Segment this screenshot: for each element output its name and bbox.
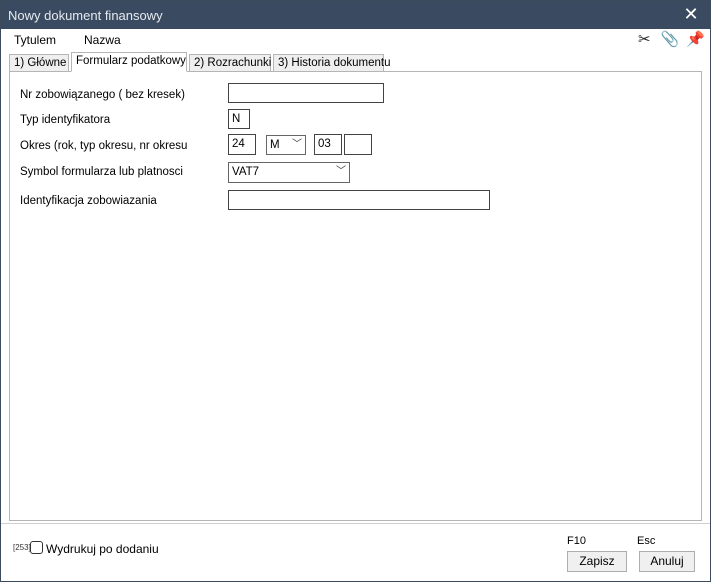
symbol-formularza-value: VAT7 (232, 166, 260, 178)
typ-identyfikatora-input[interactable]: N (228, 109, 250, 129)
footer-divider (1, 523, 710, 524)
chevron-down-icon: ﹀ (336, 166, 346, 177)
okres-typ-value: M (270, 139, 280, 151)
tab-glowne[interactable]: 1) Główne (9, 54, 69, 71)
scissors-icon[interactable]: ✂ (635, 31, 653, 49)
title-bar: Nowy dokument finansowy ✕ (1, 1, 710, 29)
okres-rok-input[interactable]: 24 (228, 134, 256, 155)
save-button[interactable]: Zapisz (567, 551, 627, 572)
tab-strip: 1) Główne Formularz podatkowy 2) Rozrach… (9, 52, 702, 72)
menu-item-nazwa[interactable]: Nazwa (84, 33, 121, 47)
form-panel: Nr zobowiązanego ( bez kresek) Typ ident… (9, 71, 702, 521)
tab-formularz-podatkowy[interactable]: Formularz podatkowy (71, 52, 187, 72)
chevron-down-icon: ﹀ (292, 139, 302, 150)
okres-typ-select[interactable]: M ﹀ (266, 135, 306, 155)
checkbox-code: [253] (13, 543, 31, 552)
identyfikacja-input[interactable] (228, 190, 490, 210)
print-after-add-label[interactable]: Wydrukuj po dodaniu (46, 542, 159, 556)
okres-label: Okres (rok, typ okresu, nr okresu (20, 140, 188, 152)
menu-bar: Tytulem Nazwa (1, 30, 710, 50)
okres-nr-input[interactable]: 03 (314, 134, 342, 155)
print-after-add-checkbox[interactable] (30, 541, 43, 554)
paperclip-icon[interactable]: 📎 (661, 31, 680, 49)
toolbar: ✂ 📎 📌 (631, 31, 705, 51)
symbol-formularza-label: Symbol formularza lub platnosci (20, 166, 183, 178)
tab-historia-dokumentu[interactable]: 3) Historia dokumentu (273, 54, 391, 71)
pin-icon[interactable]: 📌 (686, 31, 705, 49)
typ-identyfikatora-label: Typ identyfikatora (20, 114, 111, 126)
menu-item-tytulem[interactable]: Tytulem (14, 33, 56, 47)
cancel-button[interactable]: Anuluj (639, 551, 695, 572)
identyfikacja-label: Identyfikacja zobowiazania (20, 195, 157, 207)
cancel-shortcut: Esc (637, 535, 656, 547)
window-title: Nowy dokument finansowy (8, 8, 163, 23)
nr-zobowiazanego-input[interactable] (228, 83, 384, 103)
tab-rozrachunki[interactable]: 2) Rozrachunki (189, 54, 271, 71)
dialog-window: Nowy dokument finansowy ✕ Tytulem Nazwa … (0, 0, 711, 582)
okres-extra-input[interactable] (344, 134, 372, 155)
nr-zobowiazanego-label: Nr zobowiązanego ( bez kresek) (20, 89, 185, 101)
close-icon[interactable]: ✕ (680, 3, 702, 25)
symbol-formularza-select[interactable]: VAT7 ﹀ (228, 162, 350, 183)
save-shortcut: F10 (567, 535, 586, 547)
